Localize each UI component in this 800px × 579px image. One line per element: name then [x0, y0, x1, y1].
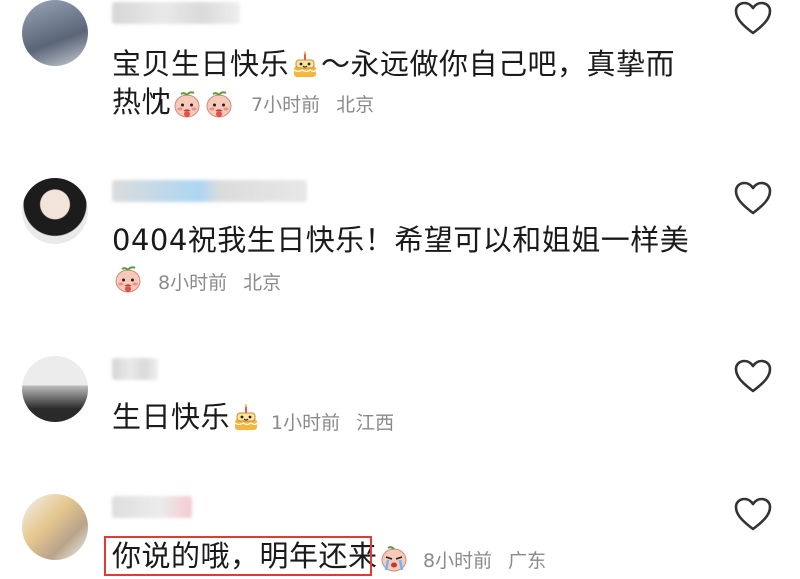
- comment-meta: 8小时前 北京: [158, 268, 281, 295]
- username-blurred[interactable]: [112, 358, 158, 380]
- avatar[interactable]: [22, 356, 88, 422]
- comment-text: 0404祝我生日快乐！希望可以和姐姐一样美: [112, 223, 690, 257]
- username-blurred[interactable]: [112, 2, 240, 24]
- cake-emoji-icon: [231, 404, 261, 434]
- like-heart-icon[interactable]: [733, 496, 773, 532]
- peach-baby-emoji-icon: [204, 89, 234, 119]
- comment-location: 广东: [508, 550, 547, 572]
- comment-time: 8小时前: [423, 550, 493, 572]
- avatar[interactable]: [22, 178, 88, 244]
- comment-location: 江西: [356, 412, 395, 434]
- comment-location: 北京: [336, 94, 375, 116]
- cake-emoji-icon: [290, 51, 320, 81]
- peach-baby-emoji-icon: [172, 89, 202, 119]
- avatar[interactable]: [22, 494, 88, 560]
- comment-time: 8小时前: [158, 272, 228, 294]
- peach-baby-emoji-icon: [113, 264, 143, 294]
- comment-meta: 1小时前 江西: [271, 408, 394, 435]
- like-heart-icon[interactable]: [733, 358, 773, 394]
- like-heart-icon[interactable]: [733, 0, 773, 36]
- comment-meta: 8小时前 广东: [423, 546, 546, 573]
- comment-text: 生日快乐: [112, 399, 262, 435]
- crying-peach-emoji-icon: [379, 543, 409, 573]
- comment-meta: 7小时前 北京: [251, 90, 374, 117]
- avatar[interactable]: [22, 0, 88, 66]
- comment-text-line2: 热忱: [112, 84, 235, 120]
- comment-text: 宝贝生日快乐 ～永远做你自己吧，真挚而: [112, 47, 676, 81]
- like-heart-icon[interactable]: [733, 180, 773, 216]
- highlight-annotation-box: [104, 536, 372, 576]
- comment-location: 北京: [243, 272, 282, 294]
- username-blurred[interactable]: [112, 496, 192, 518]
- comment-time: 1小时前: [271, 412, 341, 434]
- comment-time: 7小时前: [251, 94, 321, 116]
- username-blurred[interactable]: [112, 180, 307, 202]
